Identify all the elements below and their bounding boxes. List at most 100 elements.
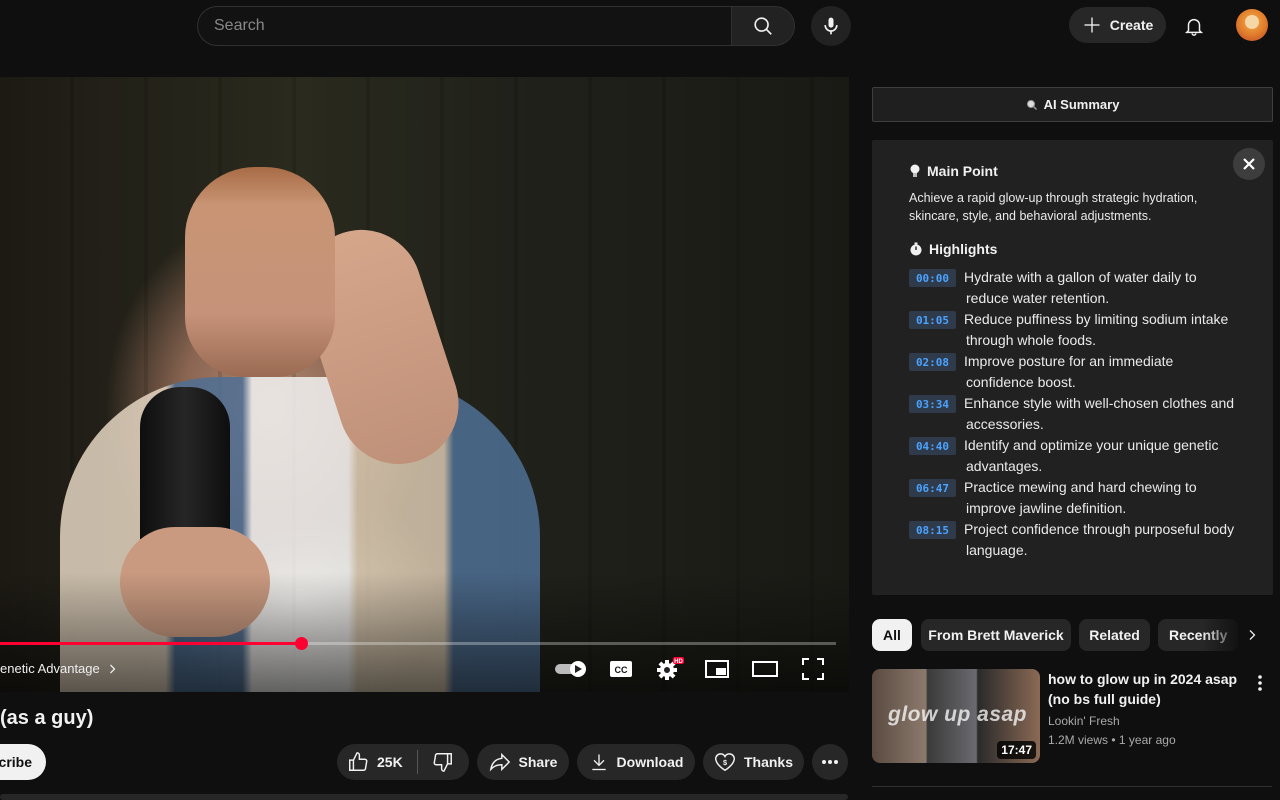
- search-button[interactable]: [731, 6, 795, 46]
- chips-next-button[interactable]: [1240, 623, 1264, 647]
- lightbulb-icon: [910, 164, 920, 177]
- fullscreen-button[interactable]: [797, 655, 829, 683]
- captions-icon: CC: [610, 661, 632, 677]
- share-button[interactable]: Share: [477, 744, 569, 780]
- like-dislike-group: 25K: [337, 744, 469, 780]
- timestamp-badge[interactable]: 08:15: [909, 521, 956, 539]
- ai-summary-label: AI Summary: [1043, 97, 1120, 112]
- share-label: Share: [518, 754, 558, 770]
- video-thumbnail[interactable]: glow up asap 17:47: [872, 669, 1040, 763]
- ai-summary-panel: Main Point Achieve a rapid glow-up throu…: [872, 140, 1273, 595]
- video-meta: 1.2M views • 1 year ago: [1048, 733, 1176, 747]
- close-icon: [1243, 158, 1255, 170]
- recommended-title-line: how to glow up in 2024 asap: [1048, 671, 1238, 687]
- video-player[interactable]: enetic Advantage CC HD: [0, 77, 849, 692]
- plus-icon: [1084, 17, 1100, 33]
- fullscreen-icon: [802, 658, 824, 680]
- view-count: 1.2M views: [1048, 733, 1109, 747]
- recommended-video[interactable]: glow up asap 17:47 how to glow up in 202…: [872, 669, 1272, 764]
- highlight-text: Hydrate with a gallon of water daily to: [964, 269, 1197, 285]
- create-button[interactable]: Create: [1069, 7, 1166, 43]
- highlight-text: Project confidence through purposeful bo…: [964, 521, 1235, 537]
- channel-name[interactable]: Lookin' Fresh: [1048, 714, 1120, 728]
- highlights-heading: Highlights: [909, 241, 997, 257]
- highlights-title: Highlights: [929, 241, 998, 257]
- autoplay-toggle[interactable]: [553, 655, 589, 683]
- highlight-text: confidence boost.: [966, 374, 1076, 390]
- bell-icon: [1184, 18, 1204, 36]
- avatar[interactable]: [1236, 9, 1268, 41]
- subscribe-button[interactable]: cribe: [0, 744, 46, 780]
- captions-button[interactable]: CC: [605, 655, 637, 683]
- ai-summary-button[interactable]: AI Summary: [872, 87, 1273, 122]
- chip-related[interactable]: Related: [1079, 619, 1150, 651]
- highlight-item[interactable]: 01:05 Reduce puffiness by limiting sodiu…: [909, 309, 1249, 351]
- recommended-more-button[interactable]: [1252, 671, 1268, 695]
- timestamp-badge[interactable]: 02:08: [909, 353, 956, 371]
- highlight-item[interactable]: 06:47 Practice mewing and hard chewing t…: [909, 477, 1249, 519]
- video-person-head: [185, 167, 335, 377]
- timestamp-badge[interactable]: 06:47: [909, 479, 956, 497]
- highlight-item[interactable]: 04:40 Identify and optimize your unique …: [909, 435, 1249, 477]
- highlight-item[interactable]: 00:00 Hydrate with a gallon of water dai…: [909, 267, 1249, 309]
- notifications-button[interactable]: [1178, 10, 1210, 42]
- upload-age: 1 year ago: [1118, 733, 1176, 747]
- dislike-button[interactable]: [426, 751, 454, 773]
- download-button[interactable]: Download: [577, 744, 695, 780]
- highlight-item[interactable]: 03:34 Enhance style with well-chosen clo…: [909, 393, 1249, 435]
- hd-badge: HD: [674, 659, 683, 665]
- like-count: 25K: [377, 754, 403, 770]
- main-point-line: skincare, style, and behavioral adjustme…: [909, 209, 1152, 223]
- more-horizontal-icon: [822, 760, 838, 764]
- thumbs-down-icon: [433, 753, 452, 772]
- mic-icon: [824, 17, 838, 35]
- highlight-text: Reduce puffiness by limiting sodium inta…: [964, 311, 1229, 327]
- miniplayer-button[interactable]: [701, 655, 733, 683]
- main-point-text: Achieve a rapid glow-up through strategi…: [909, 189, 1239, 225]
- highlight-text: Practice mewing and hard chewing to: [964, 479, 1197, 495]
- miniplayer-icon: [705, 660, 729, 678]
- highlight-text: accessories.: [966, 416, 1044, 432]
- highlight-item[interactable]: 02:08 Improve posture for an immediate co…: [909, 351, 1249, 393]
- thumbnail-text: glow up asap: [888, 703, 1028, 726]
- recommended-title[interactable]: how to glow up in 2024 asap (no bs full …: [1048, 669, 1253, 709]
- more-actions-button[interactable]: [812, 744, 848, 780]
- settings-button[interactable]: HD: [653, 655, 685, 683]
- captions-label: CC: [615, 665, 628, 675]
- svg-text:$: $: [723, 758, 727, 767]
- thumbs-up-icon: [349, 752, 368, 771]
- highlight-text: Improve posture for an immediate: [964, 353, 1174, 369]
- meta-dot: •: [1111, 733, 1119, 747]
- close-summary-button[interactable]: [1233, 148, 1265, 180]
- description-box-edge: [0, 794, 848, 800]
- timestamp-badge[interactable]: 03:34: [909, 395, 956, 413]
- highlight-text: advantages.: [966, 458, 1043, 474]
- subscribe-label: cribe: [0, 754, 32, 770]
- like-button[interactable]: 25K: [347, 751, 403, 773]
- create-label: Create: [1109, 17, 1154, 33]
- highlight-text: through whole foods.: [966, 332, 1096, 348]
- chip-from-channel[interactable]: From Brett Maverick: [921, 619, 1071, 651]
- theater-icon: [752, 661, 778, 677]
- chapter-button[interactable]: enetic Advantage: [0, 661, 118, 676]
- main-point-line: Achieve a rapid glow-up through strategi…: [909, 191, 1198, 205]
- video-title: (as a guy): [0, 707, 94, 729]
- timestamp-badge[interactable]: 04:40: [909, 437, 956, 455]
- scrubber-handle[interactable]: [295, 637, 308, 650]
- timestamp-badge[interactable]: 00:00: [909, 269, 956, 287]
- thanks-button[interactable]: $ Thanks: [703, 744, 804, 780]
- download-label: Download: [616, 754, 684, 770]
- main-point-title: Main Point: [927, 163, 998, 179]
- highlight-item[interactable]: 08:15 Project confidence through purpose…: [909, 519, 1249, 561]
- chip-all[interactable]: All: [872, 619, 912, 651]
- timestamp-badge[interactable]: 01:05: [909, 311, 956, 329]
- autoplay-toggle-icon: [555, 661, 586, 677]
- more-vertical-icon: [1258, 675, 1262, 691]
- duration-badge: 17:47: [997, 741, 1036, 759]
- search-input[interactable]: [197, 6, 731, 46]
- highlight-text: Enhance style with well-chosen clothes a…: [964, 395, 1235, 411]
- voice-search-button[interactable]: [811, 6, 851, 46]
- progress-bar[interactable]: [0, 637, 836, 650]
- theater-mode-button[interactable]: [749, 655, 781, 683]
- recommended-title-line: (no bs full guide): [1048, 691, 1161, 707]
